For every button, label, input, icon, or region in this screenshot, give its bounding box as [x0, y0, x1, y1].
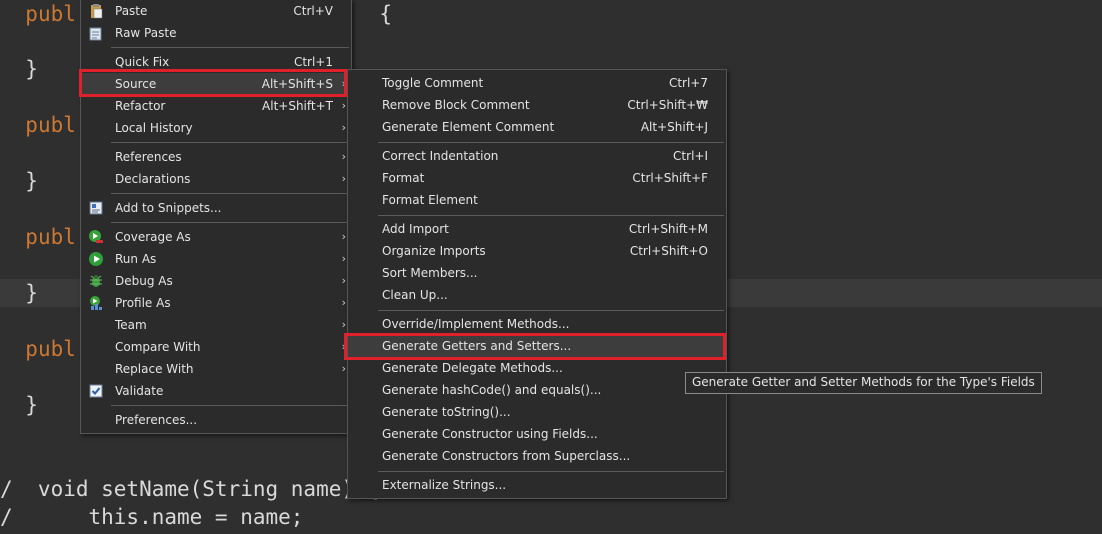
- chevron-right-icon: ›: [341, 172, 346, 185]
- menu-separator: [378, 215, 724, 216]
- menu-item-local-history[interactable]: Local History ›: [81, 117, 351, 139]
- chevron-right-icon: ›: [341, 296, 346, 309]
- menu-separator: [378, 142, 724, 143]
- menu-item-run-as[interactable]: Run As ›: [81, 248, 351, 270]
- menu-separator: [378, 310, 724, 311]
- chevron-right-icon: ›: [341, 121, 346, 134]
- chevron-right-icon: ›: [341, 230, 346, 243]
- menu-item-preferences[interactable]: Preferences...: [81, 409, 351, 431]
- submenu-item-externalize-strings[interactable]: Externalize Strings...: [348, 474, 726, 496]
- submenu-item-toggle-comment[interactable]: Toggle Comment Ctrl+7: [348, 72, 726, 94]
- menu-item-debug-as[interactable]: Debug As ›: [81, 270, 351, 292]
- menu-item-add-to-snippets[interactable]: Add to Snippets...: [81, 197, 351, 219]
- menu-separator: [111, 222, 349, 223]
- submenu-item-organize-imports[interactable]: Organize Imports Ctrl+Shift+O: [348, 240, 726, 262]
- menu-item-raw-paste[interactable]: Raw Paste: [81, 22, 351, 44]
- menu-separator: [111, 193, 349, 194]
- menu-item-references[interactable]: References ›: [81, 146, 351, 168]
- coverage-icon: [88, 229, 104, 245]
- menu-item-declarations[interactable]: Declarations ›: [81, 168, 351, 190]
- submenu-item-format[interactable]: Format Ctrl+Shift+F: [348, 167, 726, 189]
- highlight-box-source: [79, 69, 347, 97]
- context-menu: Paste Ctrl+V Raw Paste Quick Fix Ctrl+1 …: [80, 0, 352, 434]
- chevron-right-icon: ›: [341, 99, 346, 112]
- source-submenu: Toggle Comment Ctrl+7 Remove Block Comme…: [347, 69, 727, 499]
- clipboard-icon: [88, 3, 104, 19]
- checkbox-checked-icon: [88, 383, 104, 399]
- snippet-icon: [88, 200, 104, 216]
- menu-item-coverage-as[interactable]: Coverage As ›: [81, 226, 351, 248]
- chevron-right-icon: ›: [341, 252, 346, 265]
- menu-item-replace-with[interactable]: Replace With ›: [81, 358, 351, 380]
- run-icon: [88, 251, 104, 267]
- submenu-item-remove-block-comment[interactable]: Remove Block Comment Ctrl+Shift+₩: [348, 94, 726, 116]
- submenu-item-generate-constructors-superclass[interactable]: Generate Constructors from Superclass...: [348, 445, 726, 467]
- submenu-item-correct-indentation[interactable]: Correct Indentation Ctrl+I: [348, 145, 726, 167]
- chevron-right-icon: ›: [341, 274, 346, 287]
- chevron-right-icon: ›: [341, 362, 346, 375]
- menu-item-paste[interactable]: Paste Ctrl+V: [81, 0, 351, 22]
- submenu-item-add-import[interactable]: Add Import Ctrl+Shift+M: [348, 218, 726, 240]
- submenu-item-generate-delegate[interactable]: Generate Delegate Methods...: [348, 357, 726, 379]
- submenu-item-generate-element-comment[interactable]: Generate Element Comment Alt+Shift+J: [348, 116, 726, 138]
- menu-separator: [111, 405, 349, 406]
- menu-separator: [111, 142, 349, 143]
- menu-item-compare-with[interactable]: Compare With ›: [81, 336, 351, 358]
- submenu-item-clean-up[interactable]: Clean Up...: [348, 284, 726, 306]
- submenu-item-generate-hashcode-equals[interactable]: Generate hashCode() and equals()...: [348, 379, 726, 401]
- highlight-box-getters-setters: [344, 333, 726, 360]
- submenu-item-sort-members[interactable]: Sort Members...: [348, 262, 726, 284]
- menu-item-refactor[interactable]: Refactor Alt+Shift+T ›: [81, 95, 351, 117]
- tooltip: Generate Getter and Setter Methods for t…: [685, 372, 1042, 394]
- profile-icon: [88, 295, 104, 311]
- submenu-item-override-implement[interactable]: Override/Implement Methods...: [348, 313, 726, 335]
- menu-item-validate[interactable]: Validate: [81, 380, 351, 402]
- code-line-this-name: / this.name = name;: [0, 505, 304, 529]
- raw-paste-icon: [88, 25, 104, 41]
- chevron-right-icon: ›: [341, 150, 346, 163]
- menu-separator: [378, 471, 724, 472]
- submenu-item-generate-constructor-fields[interactable]: Generate Constructor using Fields...: [348, 423, 726, 445]
- menu-item-team[interactable]: Team ›: [81, 314, 351, 336]
- menu-item-profile-as[interactable]: Profile As ›: [81, 292, 351, 314]
- submenu-item-generate-tostring[interactable]: Generate toString()...: [348, 401, 726, 423]
- submenu-item-format-element[interactable]: Format Element: [348, 189, 726, 211]
- bug-icon: [88, 273, 104, 289]
- menu-separator: [111, 47, 349, 48]
